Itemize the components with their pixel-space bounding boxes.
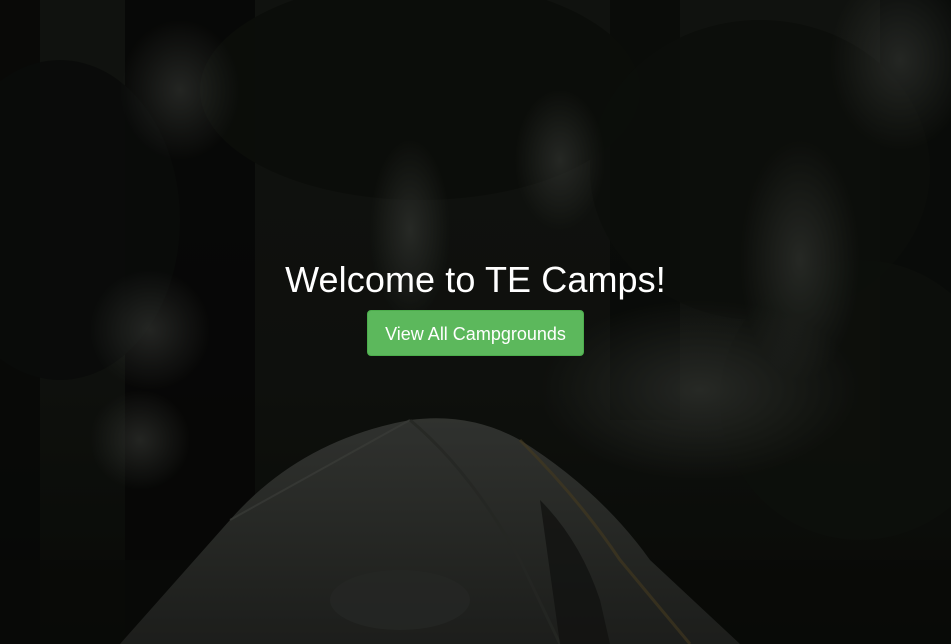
hero-title: Welcome to TE Camps! (285, 259, 666, 300)
landing-page: Welcome to TE Camps! View All Campground… (0, 0, 951, 644)
view-all-campgrounds-button[interactable]: View All Campgrounds (367, 310, 584, 356)
hero-section: Welcome to TE Camps! View All Campground… (0, 257, 951, 356)
